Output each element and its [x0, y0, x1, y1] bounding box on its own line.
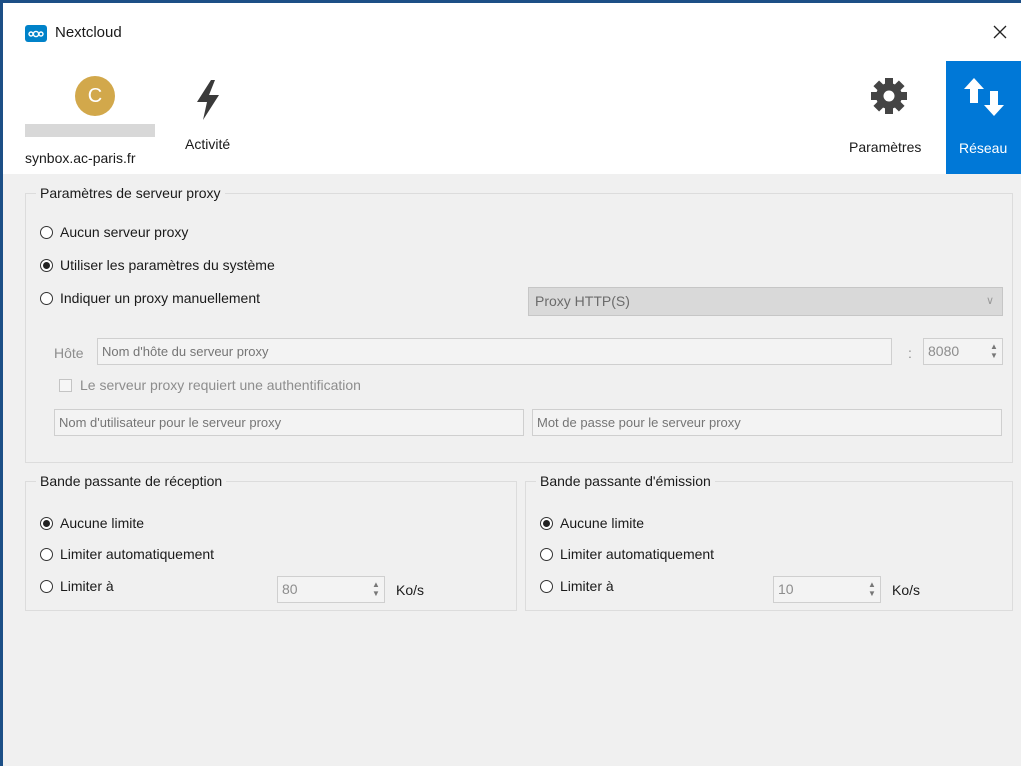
upload-option-label: Aucune limite — [560, 515, 645, 531]
radio-button[interactable] — [40, 579, 53, 593]
radio-button[interactable] — [540, 547, 553, 561]
account-button[interactable]: C synbox.ac-paris.fr — [21, 72, 161, 172]
close-icon — [993, 25, 1007, 39]
spin-arrows-icon[interactable]: ▲ ▼ — [989, 342, 999, 360]
radio-button[interactable] — [540, 579, 553, 593]
proxy-option-manual[interactable]: Indiquer un proxy manuellement — [40, 290, 260, 306]
download-option-auto[interactable]: Limiter automatiquement — [40, 546, 214, 562]
upload-limit-value: 10 — [778, 581, 794, 597]
activity-label: Activité — [185, 136, 231, 152]
proxy-option-none[interactable]: Aucun serveur proxy — [40, 224, 188, 240]
network-arrows-icon — [964, 78, 1004, 116]
radio-button[interactable] — [40, 291, 53, 305]
activity-tab[interactable]: Activité — [173, 72, 243, 172]
proxy-type-select[interactable]: Proxy HTTP(S) ∨ — [528, 287, 1003, 316]
download-limit-value: 80 — [282, 581, 298, 597]
download-option-label: Aucune limite — [60, 515, 145, 531]
lightning-icon — [197, 80, 219, 120]
proxy-group-title: Paramètres de serveur proxy — [36, 185, 225, 201]
download-limit-spinbox[interactable]: 80 ▲ ▼ — [277, 576, 385, 603]
proxy-option-label: Indiquer un proxy manuellement — [60, 290, 261, 306]
download-unit: Ko/s — [396, 582, 425, 598]
settings-label: Paramètres — [849, 139, 922, 155]
radio-button[interactable] — [40, 258, 53, 272]
proxy-password-input[interactable] — [532, 409, 1002, 436]
proxy-user-input[interactable] — [54, 409, 524, 436]
upload-option-label: Limiter à — [560, 578, 614, 594]
host-label: Hôte — [54, 345, 84, 361]
port-spinbox[interactable]: 8080 ▲ ▼ — [923, 338, 1003, 365]
chevron-down-icon: ∨ — [985, 295, 994, 307]
download-option-label: Limiter automatiquement — [60, 546, 215, 562]
radio-button[interactable] — [40, 547, 53, 561]
proxy-settings-group: Paramètres de serveur proxy Aucun serveu… — [25, 185, 1013, 463]
network-label: Réseau — [959, 140, 1008, 156]
download-bandwidth-group: Bande passante de réception Aucune limit… — [25, 473, 517, 611]
upload-unit: Ko/s — [892, 582, 921, 598]
download-option-label: Limiter à — [60, 578, 114, 594]
proxy-type-value: Proxy HTTP(S) — [535, 293, 630, 309]
avatar-letter: C — [87, 84, 103, 107]
settings-tab[interactable]: Paramètres — [841, 72, 939, 172]
spin-arrows-icon[interactable]: ▲ ▼ — [867, 580, 877, 598]
gear-icon — [871, 78, 907, 114]
upload-option-auto[interactable]: Limiter automatiquement — [540, 546, 714, 562]
toolbar: C synbox.ac-paris.fr Activité Paramètres… — [3, 48, 1021, 174]
settings-window: Nextcloud C synbox.ac-paris.fr Activité — [0, 0, 1021, 766]
window-title: Nextcloud — [55, 24, 122, 41]
proxy-option-label: Aucun serveur proxy — [60, 224, 189, 240]
port-value: 8080 — [928, 343, 960, 359]
radio-button[interactable] — [540, 516, 553, 530]
proxy-option-label: Utiliser les paramètres du système — [60, 257, 275, 273]
title-bar: Nextcloud — [3, 3, 1021, 48]
upload-option-limit[interactable]: Limiter à — [540, 578, 614, 594]
network-tab[interactable]: Réseau — [946, 61, 1021, 174]
avatar: C — [75, 76, 115, 116]
upload-group-title: Bande passante d'émission — [536, 473, 715, 489]
host-input[interactable] — [97, 338, 892, 365]
radio-button[interactable] — [40, 516, 53, 530]
radio-button[interactable] — [40, 225, 53, 239]
auth-label: Le serveur proxy requiert une authentifi… — [80, 377, 361, 393]
spin-arrows-icon[interactable]: ▲ ▼ — [371, 580, 381, 598]
download-option-unlimited[interactable]: Aucune limite — [40, 515, 144, 531]
close-button[interactable] — [987, 19, 1013, 45]
port-separator: : — [908, 345, 912, 361]
upload-option-label: Limiter automatiquement — [560, 546, 715, 562]
download-group-title: Bande passante de réception — [36, 473, 227, 489]
proxy-user-field[interactable] — [59, 410, 523, 435]
proxy-password-field[interactable] — [537, 410, 1001, 435]
host-input-field[interactable] — [102, 339, 891, 364]
auth-checkbox[interactable] — [59, 379, 72, 392]
upload-bandwidth-group: Bande passante d'émission Aucune limite … — [525, 473, 1013, 611]
nextcloud-logo-icon — [25, 25, 47, 42]
download-option-limit[interactable]: Limiter à — [40, 578, 114, 594]
upload-limit-spinbox[interactable]: 10 ▲ ▼ — [773, 576, 881, 603]
redacted-username — [25, 124, 155, 137]
proxy-option-system[interactable]: Utiliser les paramètres du système — [40, 257, 275, 273]
upload-option-unlimited[interactable]: Aucune limite — [540, 515, 644, 531]
account-host: synbox.ac-paris.fr — [25, 150, 136, 166]
